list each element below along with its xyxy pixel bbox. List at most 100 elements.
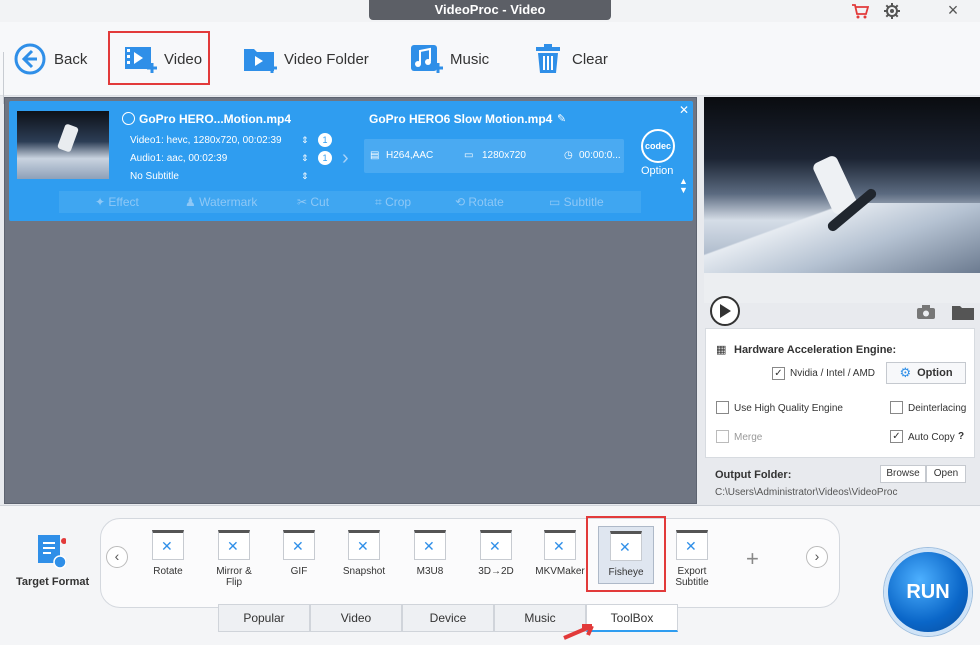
tool-snapshot[interactable]: ✕ Snapshot — [336, 530, 392, 577]
cart-icon[interactable] — [851, 2, 869, 20]
auto-copy-checkbox[interactable]: ✓ — [890, 430, 903, 443]
close-icon[interactable]: × — [944, 1, 962, 20]
video-highlight-box — [108, 31, 210, 85]
duration-spec: 00:00:0... — [579, 150, 621, 161]
wrench-icon: ✕ — [423, 538, 435, 554]
video-thumbnail[interactable] — [17, 111, 109, 179]
gear-icon: ⚙ — [899, 365, 912, 380]
wrench-icon: ✕ — [161, 538, 173, 554]
high-quality-checkbox[interactable] — [716, 401, 729, 414]
play-icon — [720, 304, 731, 318]
pointer-arrow-icon — [563, 624, 594, 640]
tool-m3u8[interactable]: ✕ M3U8 — [402, 530, 458, 577]
back-arrow-icon — [14, 43, 46, 75]
video-folder-icon — [244, 49, 277, 73]
effect-button[interactable]: ✦ Effect — [95, 195, 139, 209]
deinterlacing-checkbox[interactable] — [890, 401, 903, 414]
tool-mirror-flip[interactable]: ✕ Mirror & Flip — [206, 530, 262, 588]
hw-option-button[interactable]: ⚙ Option — [886, 362, 966, 384]
wrench-icon: ✕ — [553, 538, 565, 554]
remove-item-icon[interactable]: ✕ — [679, 103, 689, 117]
auto-copy-label: Auto Copy — [908, 432, 955, 443]
chevron-left-icon[interactable]: ‹ — [106, 546, 128, 568]
gear-icon[interactable] — [883, 2, 901, 20]
tab-device[interactable]: Device — [402, 604, 494, 632]
source-file-name: GoPro HERO...Motion.mp4 — [139, 112, 291, 126]
settings-panel: ▦ Hardware Acceleration Engine: ✓ Nvidia… — [705, 328, 975, 458]
back-button[interactable]: Back — [12, 22, 87, 96]
tool-mkvmaker[interactable]: ✕ MKVMaker — [532, 530, 588, 577]
video-track-info[interactable]: Video1: hevc, 1280x720, 00:02:39 — [130, 135, 282, 146]
subtitle-button[interactable]: ▭ Subtitle — [549, 195, 604, 209]
hw-vendor-label: Nvidia / Intel / AMD — [790, 368, 876, 379]
reorder-arrows-icon[interactable]: ▲ ▼ — [679, 177, 688, 195]
tool-export-subtitle[interactable]: ✕ Export Subtitle — [664, 530, 720, 588]
music-icon — [411, 45, 443, 73]
video-folder-label: Video Folder — [284, 50, 369, 68]
wrench-icon: ✕ — [292, 538, 304, 554]
merge-label: Merge — [734, 432, 763, 443]
audio-track-count: 1 — [318, 151, 332, 165]
chevron-right-icon: › — [342, 147, 349, 169]
folder-icon[interactable] — [952, 304, 974, 320]
chip-icon: ▦ — [716, 344, 727, 356]
tool-3d-to-2d[interactable]: ✕ 3D→2D — [468, 530, 524, 577]
open-button[interactable]: Open — [926, 465, 966, 483]
browse-button[interactable]: Browse — [880, 465, 926, 483]
file-list-area: GoPro HERO...Motion.mp4 Video1: hevc, 12… — [4, 97, 697, 504]
hw-accel-checkbox[interactable]: ✓ — [772, 367, 785, 380]
rotate-button[interactable]: ⟲ Rotate — [455, 195, 504, 209]
video-preview — [704, 97, 980, 273]
add-music-button[interactable]: Music — [408, 22, 489, 96]
run-button[interactable]: RUN — [884, 548, 972, 636]
tool-rotate[interactable]: ✕ Rotate — [140, 530, 196, 577]
back-label: Back — [54, 50, 88, 68]
pencil-icon[interactable]: ✎ — [557, 112, 566, 125]
camera-icon[interactable] — [916, 305, 936, 319]
resolution-icon: ▭ — [464, 150, 474, 161]
tab-popular[interactable]: Popular — [218, 604, 310, 632]
video-track-stepper-icon[interactable]: ⇕ — [301, 135, 309, 146]
hw-accel-title: Hardware Acceleration Engine: — [734, 344, 897, 356]
audio-track-stepper-icon[interactable]: ⇕ — [301, 153, 309, 164]
add-format-icon[interactable]: + — [746, 546, 759, 572]
clear-button[interactable]: Clear — [530, 22, 608, 96]
output-file-name[interactable]: GoPro HERO6 Slow Motion.mp4 — [369, 112, 552, 126]
output-folder-label: Output Folder: — [715, 469, 792, 481]
merge-checkbox[interactable] — [716, 430, 729, 443]
video-item-card[interactable]: GoPro HERO...Motion.mp4 Video1: hevc, 12… — [9, 101, 693, 221]
film-icon: ▤ — [370, 150, 380, 161]
add-video-folder-button[interactable]: Video Folder — [242, 22, 369, 96]
info-icon[interactable] — [122, 112, 135, 125]
high-quality-label: Use High Quality Engine — [734, 403, 843, 414]
help-icon[interactable]: ? — [958, 431, 964, 442]
wrench-icon: ✕ — [685, 538, 697, 554]
hw-option-label: Option — [917, 367, 953, 379]
watermark-button[interactable]: ♟ Watermark — [185, 195, 257, 209]
codec-gear-icon[interactable]: codec — [641, 129, 675, 163]
target-format-label[interactable]: Target Format — [16, 576, 89, 588]
target-format-icon[interactable] — [38, 535, 66, 569]
crop-button[interactable]: ⌗ Crop — [375, 195, 411, 210]
music-label: Music — [450, 50, 490, 68]
video-track-count: 1 — [318, 133, 332, 147]
tool-gif[interactable]: ✕ GIF — [271, 530, 327, 577]
clear-label: Clear — [572, 50, 608, 68]
output-path[interactable]: C:\Users\Administrator\Videos\VideoProc — [715, 487, 898, 498]
deinterlacing-label: Deinterlacing — [908, 403, 967, 414]
clock-icon: ◷ — [564, 150, 573, 161]
subtitle-info[interactable]: No Subtitle — [130, 171, 179, 182]
wrench-icon: ✕ — [357, 538, 369, 554]
subtitle-stepper-icon[interactable]: ⇕ — [301, 171, 309, 182]
audio-track-info[interactable]: Audio1: aac, 00:02:39 — [130, 153, 227, 164]
resolution-spec: 1280x720 — [482, 150, 526, 161]
play-button[interactable] — [710, 296, 740, 326]
chevron-right-icon[interactable]: › — [806, 546, 828, 568]
tab-video[interactable]: Video — [310, 604, 402, 632]
window-title: VideoProc - Video — [369, 0, 611, 20]
cut-button[interactable]: ✂ Cut — [297, 195, 329, 209]
wrench-icon: ✕ — [227, 538, 239, 554]
codec-option-label[interactable]: Option — [641, 165, 673, 177]
output-specs: ▤ H264,AAC ▭ 1280x720 ◷ 00:00:0... — [364, 139, 624, 173]
wrench-icon: ✕ — [489, 538, 501, 554]
